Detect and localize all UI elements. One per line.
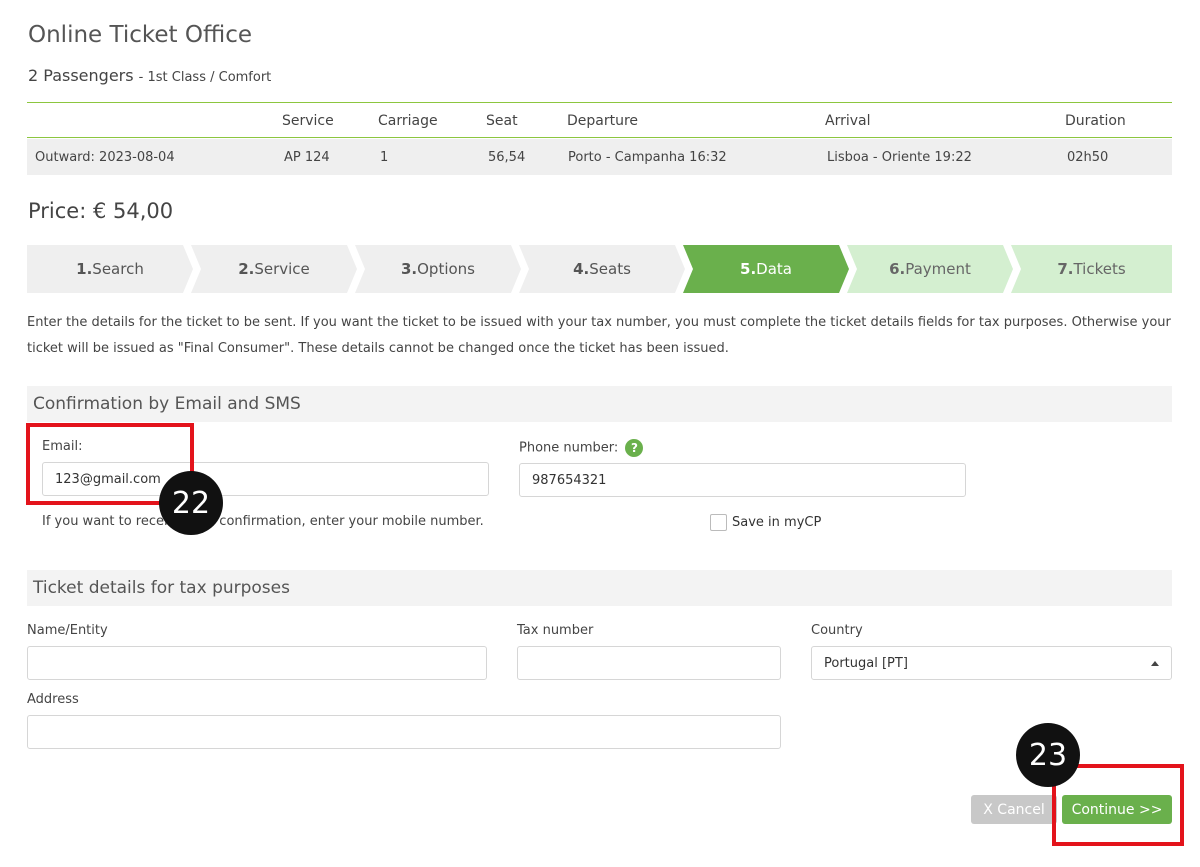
step-number: 7. (1057, 260, 1074, 278)
row-service: AP 124 (284, 150, 330, 165)
name-field[interactable] (27, 646, 487, 680)
row-label: Outward: 2023-08-04 (35, 150, 175, 165)
address-field[interactable] (27, 715, 781, 749)
row-departure: Porto - Campanha 16:32 (568, 150, 727, 165)
class-info: - 1st Class / Comfort (138, 70, 272, 85)
confirmation-section-heading: Confirmation by Email and SMS (27, 386, 1172, 422)
row-duration: 02h50 (1067, 150, 1109, 165)
phone-label: Phone number: (519, 440, 619, 456)
step-number: 2. (238, 260, 255, 278)
phone-label-group: Phone number: ? (519, 439, 644, 457)
save-mycp-label[interactable]: Save in myCP (732, 515, 821, 530)
header-seat: Seat (486, 113, 518, 129)
step-label: Search (92, 260, 144, 278)
step-number: 6. (889, 260, 906, 278)
tax-number-field[interactable] (517, 646, 781, 680)
intro-text: Enter the details for the ticket to be s… (27, 315, 1171, 356)
step-label: Seats (589, 260, 631, 278)
step-number: 5. (740, 260, 757, 278)
step-label: Options (417, 260, 476, 278)
row-arrival: Lisboa - Oriente 19:22 (827, 150, 972, 165)
step-tickets: 7. Tickets (1011, 245, 1172, 293)
cancel-button[interactable]: X Cancel (971, 795, 1057, 824)
step-label: Data (756, 260, 792, 278)
price-total: Price: € 54,00 (28, 199, 174, 223)
header-carriage: Carriage (378, 113, 438, 129)
step-service[interactable]: 2. Service (191, 245, 357, 293)
phone-field[interactable]: 987654321 (519, 463, 966, 497)
header-service: Service (282, 113, 334, 129)
row-carriage: 1 (380, 150, 389, 165)
step-marker-23: 23 (1016, 723, 1080, 787)
step-number: 1. (76, 260, 93, 278)
step-options[interactable]: 3. Options (355, 245, 521, 293)
table-row: Outward: 2023-08-04 AP 124 1 56,54 Porto… (27, 139, 1172, 175)
passenger-summary: 2 Passengers - 1st Class / Comfort (28, 66, 271, 85)
country-selected-value: Portugal [PT] (824, 655, 908, 671)
tax-section-heading: Ticket details for tax purposes (27, 570, 1172, 606)
step-seats[interactable]: 4. Seats (519, 245, 685, 293)
step-label: Service (254, 260, 310, 278)
step-label: Payment (905, 260, 971, 278)
row-seat: 56,54 (488, 150, 526, 165)
step-number: 3. (400, 260, 418, 278)
header-arrival: Arrival (825, 113, 871, 129)
step-payment: 6. Payment (847, 245, 1013, 293)
help-icon[interactable]: ? (625, 439, 644, 457)
journey-table: Service Carriage Seat Departure Arrival … (27, 102, 1172, 175)
page-title: Online Ticket Office (28, 22, 252, 48)
header-departure: Departure (567, 113, 639, 129)
step-number: 4. (573, 260, 590, 278)
journey-table-header: Service Carriage Seat Departure Arrival … (27, 103, 1172, 138)
save-mycp-checkbox[interactable] (710, 514, 727, 531)
progress-steps: 1. Search 2. Service 3. Options 4. Seats 5. D… (27, 245, 1172, 293)
name-label: Name/Entity (27, 623, 108, 638)
country-select[interactable]: Portugal [PT] (811, 646, 1172, 680)
sms-hint: If you want to receive SMS confirmation,… (42, 514, 484, 529)
tax-number-label: Tax number (517, 623, 594, 638)
step-search[interactable]: 1. Search (27, 245, 193, 293)
step-label: Tickets (1073, 260, 1126, 278)
passenger-count: 2 Passengers (28, 66, 134, 85)
address-label: Address (27, 692, 79, 707)
country-label: Country (811, 623, 863, 638)
step-marker-22: 22 (159, 471, 223, 535)
header-duration: Duration (1065, 113, 1126, 129)
step-data: 5. Data (683, 245, 849, 293)
caret-up-icon (1151, 661, 1159, 666)
